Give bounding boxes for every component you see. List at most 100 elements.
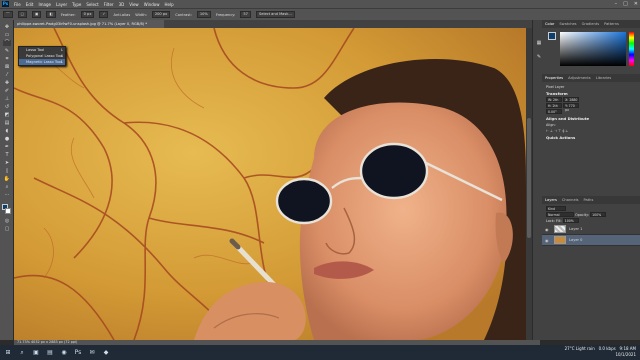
tab-gradients[interactable]: Gradients [582,22,600,26]
fill-input[interactable]: 100% [562,218,579,223]
tab-channels[interactable]: Channels [562,198,579,202]
screen-mode-icon[interactable]: ▢ [3,226,11,232]
x-field[interactable]: X: 2880 px [563,97,580,106]
width-input[interactable]: 200 px [151,11,171,18]
history-brush-tool-icon[interactable]: ↺ [3,104,11,110]
more-tools-icon[interactable]: ⋯ [3,192,11,198]
menu-window[interactable]: Window [144,2,160,7]
align-center-icon[interactable]: ⊥ [550,129,553,133]
hue-slider[interactable] [629,32,634,66]
align-middle-icon[interactable]: ╪ [562,129,564,133]
eraser-tool-icon[interactable]: ◩ [3,112,11,118]
background-color-swatch[interactable] [5,208,11,214]
file-explorer-icon[interactable]: ▤ [46,349,54,357]
close-button[interactable]: ✕ [634,1,638,7]
photoshop-taskbar-icon[interactable]: Ps [74,349,82,357]
lasso-tool-preset-icon[interactable]: ⌒ [3,11,13,18]
menu-view[interactable]: View [129,2,139,7]
frequency-input[interactable]: 57 [240,11,251,18]
tab-adjustments[interactable]: Adjustments [568,76,591,80]
menu-image[interactable]: Image [38,2,51,7]
task-view-icon[interactable]: ▣ [32,349,40,357]
document-tab[interactable]: philippe-sworet-Pwdg03k9wF0-unsplash.jpg… [14,20,164,28]
antialias-checkbox[interactable]: ✓ [99,11,109,18]
menu-edit[interactable]: Edit [26,2,34,7]
clone-stamp-tool-icon[interactable]: ⊥ [3,96,11,102]
align-left-icon[interactable]: ⊢ [546,129,549,133]
right-panels: Color Swatches Gradients Patterns Proper… [542,20,640,340]
flyout-magnetic-lasso-tool[interactable]: Magnetic Lasso Tool L [19,59,65,65]
eye-icon[interactable]: ◉ [545,238,551,243]
select-and-mask-button[interactable]: Select and Mask... [255,11,295,18]
selection-mode-new-icon[interactable]: ▢ [17,11,27,18]
rectangle-tool-icon[interactable]: ▯ [3,168,11,174]
healing-brush-tool-icon[interactable]: ✚ [3,80,11,86]
layer-row-0[interactable]: ◉ Layer 0 [542,235,640,246]
quick-select-tool-icon[interactable]: ✎ [3,48,11,54]
menu-file[interactable]: File [14,2,21,7]
blur-tool-icon[interactable]: ◖ [3,128,11,134]
quick-mask-icon[interactable]: ◎ [3,218,11,224]
menu-layer[interactable]: Layer [56,2,67,7]
height-field[interactable]: H: 2th px [546,103,562,112]
layer-row-1[interactable]: ◉ Layer 1 [542,224,640,235]
move-tool-icon[interactable]: ✥ [3,24,11,30]
store-icon[interactable]: ◆ [102,349,110,357]
eyedropper-tool-icon[interactable]: ⁄ [3,72,11,78]
width-field[interactable]: W: 2th px [546,97,562,106]
windows-start-icon[interactable]: ⊞ [4,349,12,357]
selection-mode-add-icon[interactable]: ▣ [32,11,42,18]
tab-patterns[interactable]: Patterns [604,22,619,26]
browser-icon[interactable]: ◉ [60,349,68,357]
opacity-input[interactable]: 100% [590,212,607,217]
clock-date[interactable]: 10/1/2021 [615,352,636,357]
weather-text[interactable]: 27°C Light rain [565,346,595,351]
eye-icon[interactable]: ◉ [545,227,551,232]
align-bottom-icon[interactable]: ⊥ [565,129,568,133]
quick-actions-section[interactable]: Quick Actions [542,134,640,141]
clock-time[interactable]: 9:18 AM [620,346,636,351]
scrollbar-thumb[interactable] [527,118,531,238]
align-top-icon[interactable]: ⊤ [558,129,561,133]
path-selection-tool-icon[interactable]: ➤ [3,160,11,166]
menu-type[interactable]: Type [72,2,81,7]
crop-tool-icon[interactable]: ⌗ [3,56,11,62]
minimize-button[interactable]: – [615,1,618,7]
type-tool-icon[interactable]: T [3,152,11,158]
color-foreground-swatch[interactable] [548,32,556,40]
maximize-button[interactable]: □ [623,1,628,7]
tab-libraries[interactable]: Libraries [596,76,612,80]
transform-section[interactable]: Transform [542,90,640,97]
selection-mode-subtract-icon[interactable]: ◧ [46,11,56,18]
tab-layers[interactable]: Layers [545,198,557,202]
feather-input[interactable]: 0 px [80,11,95,18]
blend-mode-select[interactable]: Normal [546,212,574,217]
align-section[interactable]: Align and Distribute [542,115,640,122]
search-icon[interactable]: ⌕ [18,349,26,357]
lasso-tool-icon[interactable]: ⌒ [3,40,11,46]
contrast-input[interactable]: 10% [196,11,211,18]
color-picker-field[interactable] [560,32,626,66]
gradient-tool-icon[interactable]: ▤ [3,120,11,126]
brush-tool-icon[interactable]: ✐ [3,88,11,94]
tab-color[interactable]: Color [545,22,554,26]
y-field[interactable]: Y: 770 px [563,103,580,112]
pen-tool-icon[interactable]: ✒ [3,144,11,150]
menu-help[interactable]: Help [164,2,173,7]
mail-icon[interactable]: ✉ [88,349,96,357]
menu-3d[interactable]: 3D [119,2,125,7]
layer-kind-filter[interactable]: Kind [546,206,566,211]
menu-filter[interactable]: Filter [104,2,114,7]
canvas[interactable] [14,28,526,340]
menu-select[interactable]: Select [86,2,98,7]
align-right-icon[interactable]: ⊣ [554,129,557,133]
marquee-tool-icon[interactable]: ▭ [3,32,11,38]
hand-tool-icon[interactable]: ✋ [3,176,11,182]
frame-tool-icon[interactable]: ⊠ [3,64,11,70]
dodge-tool-icon[interactable]: ● [3,136,11,142]
tab-swatches[interactable]: Swatches [559,22,576,26]
tab-paths[interactable]: Paths [584,198,594,202]
angle-field[interactable]: 0.00° [546,109,562,114]
zoom-tool-icon[interactable]: ⌕ [3,184,11,190]
tab-properties[interactable]: Properties [545,76,563,80]
